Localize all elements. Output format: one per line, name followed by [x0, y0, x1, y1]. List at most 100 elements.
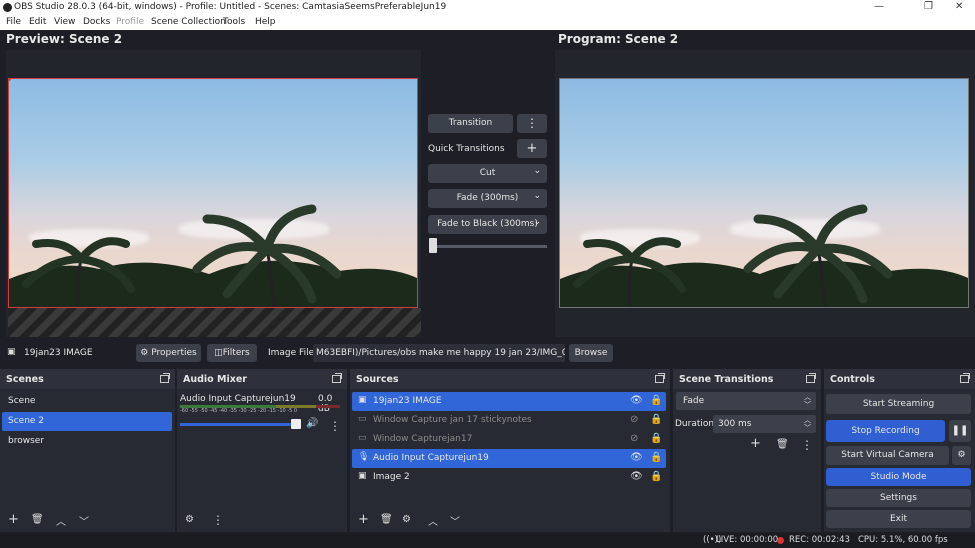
menu-tools[interactable]: Tools [223, 17, 245, 27]
undock-icon[interactable] [960, 373, 970, 383]
lock-icon[interactable]: 🔒 [650, 414, 662, 425]
transition-select-value: Fade [683, 396, 705, 406]
title-bar: OBS Studio 28.0.3 (64-bit, windows) - Pr… [0, 0, 975, 15]
quick-transition-fade[interactable]: Fade (300ms) ⌄ [428, 189, 547, 208]
source-item[interactable]: ▣ Image 2 👁 🔒 [352, 468, 666, 487]
eye-icon[interactable]: 👁 [630, 471, 643, 482]
gear-icon[interactable]: ⚙ [402, 514, 411, 525]
menu-edit[interactable]: Edit [29, 17, 46, 27]
menu-scene-collection[interactable]: Scene Collection [151, 17, 226, 27]
window-title: OBS Studio 28.0.3 (64-bit, windows) - Pr… [14, 2, 447, 12]
source-item[interactable]: 🎙 Audio Input Capturejun19 👁 🔒 [352, 449, 666, 468]
menu-help[interactable]: Help [255, 17, 276, 27]
filters-button[interactable]: ◫Filters [207, 344, 257, 362]
scene-item[interactable]: browser [2, 432, 172, 451]
transition-menu-button[interactable]: ⋮ [517, 114, 547, 133]
menu-file[interactable]: File [6, 17, 21, 27]
start-virtual-camera-button[interactable]: Start Virtual Camera [826, 446, 949, 465]
preview-label: Preview: Scene 2 [6, 32, 123, 46]
move-up-icon[interactable]: ︿ [56, 513, 66, 528]
eye-hidden-icon[interactable]: ⊘ [630, 414, 638, 425]
transition-slider-handle[interactable] [429, 238, 437, 253]
quick-transition-cut[interactable]: Cut ⌄ [428, 164, 547, 183]
transition-slider[interactable] [430, 245, 547, 248]
gear-icon: ⚙ [140, 348, 149, 358]
move-down-icon[interactable]: ﹀ [79, 513, 89, 528]
trash-icon[interactable]: 🗑 [776, 439, 789, 450]
program-source-image [559, 78, 969, 308]
menu-profile[interactable]: Profile [116, 17, 144, 27]
eye-icon[interactable]: 👁 [630, 395, 643, 406]
preview-source-image[interactable] [8, 78, 418, 308]
minimize-icon[interactable]: — [874, 1, 884, 12]
program-label: Program: Scene 2 [558, 32, 679, 46]
volume-slider-handle[interactable] [291, 419, 301, 429]
exit-button[interactable]: Exit [826, 510, 971, 528]
gear-icon: ⚙ [957, 450, 966, 460]
transition-select[interactable]: Fade ︿ ﹀ [676, 392, 816, 410]
undock-icon[interactable] [655, 373, 665, 383]
browse-button[interactable]: Browse [569, 344, 613, 362]
undock-icon[interactable] [806, 373, 816, 383]
trash-icon[interactable]: 🗑 [31, 514, 44, 525]
add-quick-transition-button[interactable]: + [517, 139, 547, 158]
trash-icon[interactable]: 🗑 [380, 514, 393, 525]
program-canvas [555, 50, 975, 337]
properties-label: Properties [151, 348, 197, 358]
undock-icon[interactable] [160, 373, 170, 383]
quick-transition-fade-to-black[interactable]: Fade to Black (300ms) ⌄ [428, 215, 547, 234]
transition-menu-icon[interactable]: ⋮ [801, 438, 813, 452]
menu-docks[interactable]: Docks [83, 17, 110, 27]
source-label: Image 2 [373, 472, 410, 482]
advanced-audio-icon[interactable]: ⚙ [185, 514, 194, 525]
source-item[interactable]: ▣ 19jan23 IMAGE 👁 🔒 [352, 392, 666, 411]
move-down-icon[interactable]: ﹀ [450, 513, 460, 528]
scenes-panel: Scenes Scene Scene 2 browser + 🗑 ︿ ﹀ [0, 369, 175, 532]
close-icon[interactable]: ✕ [955, 1, 963, 12]
preview-canvas[interactable] [6, 50, 421, 337]
studio-mode-button[interactable]: Studio Mode [826, 468, 971, 486]
scene-item[interactable]: Scene 2 [2, 412, 172, 431]
cpu-status: CPU: 5.1%, 60.00 fps [858, 535, 948, 545]
chevron-down-icon: ⌄ [533, 217, 541, 227]
mixer-menu-icon[interactable]: ⋮ [212, 513, 224, 527]
add-transition-icon[interactable]: + [750, 436, 761, 451]
virtual-camera-settings-button[interactable]: ⚙ [952, 446, 971, 465]
stop-recording-button[interactable]: Stop Recording [826, 420, 945, 442]
start-streaming-button[interactable]: Start Streaming [826, 394, 971, 414]
move-up-icon[interactable]: ︿ [428, 513, 438, 528]
undock-icon[interactable] [332, 373, 342, 383]
add-source-icon[interactable]: + [358, 512, 369, 527]
source-item[interactable]: ▭ Window Capturejan17 ⊘ 🔒 [352, 430, 666, 449]
lock-icon[interactable]: 🔒 [650, 452, 662, 463]
maximize-icon[interactable]: ❐ [924, 1, 933, 12]
eye-icon[interactable]: 👁 [630, 452, 643, 463]
speaker-icon[interactable]: 🔊 [306, 418, 318, 429]
duration-input[interactable]: 300 ms ︿ ﹀ [713, 415, 816, 433]
eye-hidden-icon[interactable]: ⊘ [630, 433, 638, 444]
lock-icon[interactable]: 🔒 [650, 433, 662, 444]
source-item[interactable]: ▭ Window Capture jan 17 stickynotes ⊘ 🔒 [352, 411, 666, 430]
scene-label: browser [8, 436, 45, 446]
quick-transition-label: Fade (300ms) [456, 193, 519, 203]
pause-recording-button[interactable]: ❚❚ [949, 420, 971, 442]
filters-label: Filters [222, 348, 250, 358]
selected-source-name: 19jan23 IMAGE [24, 348, 93, 358]
duration-label: Duration [675, 419, 715, 429]
lock-icon[interactable]: 🔒 [650, 471, 662, 482]
sources-panel: Sources ▣ 19jan23 IMAGE 👁 🔒 ▭ Window Cap… [350, 369, 670, 532]
transition-button[interactable]: Transition [428, 114, 513, 133]
menu-view[interactable]: View [54, 17, 75, 27]
sources-header: Sources [350, 369, 670, 389]
add-scene-icon[interactable]: + [8, 512, 19, 527]
volume-slider[interactable] [180, 423, 300, 426]
scene-transitions-panel: Scene Transitions Fade ︿ ﹀ Duration 300 m… [673, 369, 821, 532]
lock-icon[interactable]: 🔒 [650, 395, 662, 406]
settings-button[interactable]: Settings [826, 489, 971, 507]
audio-menu-icon[interactable]: ⋮ [329, 419, 341, 433]
image-file-path-field[interactable]: M63EBFI)/Pictures/obs make me happy 19 j… [313, 344, 565, 362]
properties-button[interactable]: ⚙ Properties [136, 344, 201, 362]
image-file-label: Image File [268, 348, 315, 358]
scene-item[interactable]: Scene [2, 392, 172, 411]
microphone-icon: 🎙 [358, 452, 370, 462]
